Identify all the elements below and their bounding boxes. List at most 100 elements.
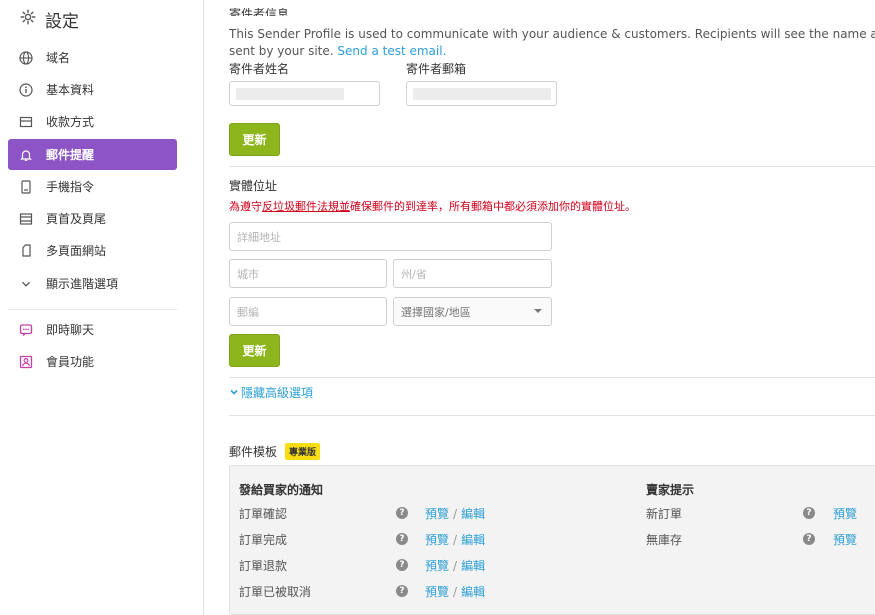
city-placeholder: 城市 bbox=[237, 267, 259, 281]
address-detail-input[interactable]: 詳細地址 bbox=[229, 222, 552, 251]
layout-icon bbox=[12, 212, 40, 226]
help-icon[interactable]: ? bbox=[396, 507, 408, 519]
chevron-down-icon bbox=[229, 386, 239, 400]
settings-sidebar: 設定 域名 基本資料 收款方式 郵件提醒 手機指令 頁首及頁尾 多頁面網站 顯示… bbox=[0, 0, 204, 615]
preview-link[interactable]: 預覽 bbox=[425, 533, 449, 547]
settings-title: 設定 bbox=[20, 7, 79, 32]
mobile-icon bbox=[12, 179, 40, 194]
state-placeholder: 州/省 bbox=[401, 267, 427, 281]
sender-description-line2: sent by your site. Send a test email. bbox=[229, 43, 446, 60]
sidebar-item-label: 域名 bbox=[46, 51, 71, 65]
template-row-label: 無庫存 bbox=[646, 533, 683, 547]
hide-advanced-label: 隱藏高級選項 bbox=[241, 386, 314, 400]
member-icon bbox=[12, 355, 40, 369]
template-actions: 預覽 / 編輯 bbox=[425, 557, 485, 574]
template-actions: 預覽 / 編輯 bbox=[425, 505, 485, 522]
redacted-value bbox=[236, 88, 344, 100]
sidebar-item-label: 即時聊天 bbox=[46, 323, 95, 337]
sidebar-item-label: 手機指令 bbox=[46, 180, 95, 194]
preview-link[interactable]: 預覽 bbox=[833, 505, 857, 522]
city-input[interactable]: 城市 bbox=[229, 259, 387, 288]
state-input[interactable]: 州/省 bbox=[393, 259, 552, 288]
sidebar-item-label: 郵件提醒 bbox=[46, 148, 95, 162]
edit-link[interactable]: 編輯 bbox=[461, 559, 485, 573]
sidebar-item-domain[interactable]: 域名 bbox=[8, 42, 177, 73]
template-row-label: 訂單退款 bbox=[239, 559, 288, 573]
sender-description-line1: This Sender Profile is used to communica… bbox=[229, 27, 875, 41]
sidebar-item-label: 頁首及頁尾 bbox=[46, 212, 107, 226]
sidebar-item-live-chat[interactable]: 即時聊天 bbox=[8, 314, 177, 345]
template-row-label: 訂單完成 bbox=[239, 533, 288, 547]
section-divider bbox=[229, 166, 875, 167]
edit-link[interactable]: 編輯 bbox=[461, 507, 485, 521]
dropdown-arrow-icon bbox=[534, 309, 542, 313]
sidebar-item-payment[interactable]: 收款方式 bbox=[8, 106, 177, 137]
help-icon[interactable]: ? bbox=[396, 559, 408, 571]
email-templates-title: 郵件模板 bbox=[229, 445, 278, 459]
sender-email-input[interactable] bbox=[406, 81, 557, 106]
template-actions: 預覽 / 編輯 bbox=[425, 531, 485, 548]
template-row-label: 訂單已被取消 bbox=[239, 585, 312, 599]
sidebar-item-label: 多頁面網站 bbox=[46, 244, 107, 258]
seller-alerts-heading: 賣家提示 bbox=[646, 483, 695, 497]
anti-spam-law-link[interactable]: 反垃圾郵件法規 bbox=[262, 200, 339, 213]
country-select-value: 選擇國家/地區 bbox=[401, 305, 471, 319]
sender-description-tail: sent by your site. bbox=[229, 44, 334, 58]
edit-link[interactable]: 編輯 bbox=[461, 533, 485, 547]
zip-input[interactable]: 郵編 bbox=[229, 297, 387, 326]
sidebar-item-mobile-commands[interactable]: 手機指令 bbox=[8, 171, 177, 202]
sidebar-item-multipage[interactable]: 多頁面網站 bbox=[8, 235, 177, 266]
gear-icon bbox=[20, 9, 36, 29]
preview-link[interactable]: 預覽 bbox=[425, 559, 449, 573]
sidebar-item-basic-info[interactable]: 基本資料 bbox=[8, 74, 177, 105]
sidebar-item-email-notifications[interactable]: 郵件提醒 bbox=[8, 139, 177, 170]
sender-update-button[interactable]: 更新 bbox=[229, 123, 280, 156]
sidebar-item-label: 基本資料 bbox=[46, 83, 95, 97]
link-separator: / bbox=[453, 585, 458, 599]
send-test-email-link[interactable]: Send a test email. bbox=[337, 44, 446, 58]
sender-section-title: 寄件者信息 bbox=[229, 8, 290, 16]
chat-icon bbox=[12, 323, 40, 337]
help-icon[interactable]: ? bbox=[396, 585, 408, 597]
settings-title-text: 設定 bbox=[45, 11, 79, 32]
sidebar-item-header-footer[interactable]: 頁首及頁尾 bbox=[8, 203, 177, 234]
help-icon[interactable]: ? bbox=[803, 507, 815, 519]
payment-card-icon bbox=[12, 115, 40, 129]
address-warning: 為遵守反垃圾郵件法規並確保郵件的到達率，所有郵箱中都必須添加你的實體位址。 bbox=[229, 198, 636, 214]
info-icon bbox=[12, 82, 40, 97]
hide-advanced-toggle[interactable]: 隱藏高級選項 bbox=[229, 384, 313, 401]
globe-icon bbox=[12, 50, 40, 65]
email-templates-panel: 發給買家的通知 賣家提示 訂單確認 ? 預覽 / 編輯 訂單完成 ? 預覽 / 編輯 訂… bbox=[229, 465, 875, 615]
sidebar-item-label: 顯示進階選項 bbox=[46, 277, 119, 291]
sender-name-input[interactable] bbox=[229, 81, 380, 106]
country-select[interactable]: 選擇國家/地區 bbox=[393, 297, 552, 326]
sender-name-label: 寄件者姓名 bbox=[229, 62, 290, 76]
email-templates-heading: 郵件模板 專業版 bbox=[229, 443, 321, 460]
warning-mid: 並 bbox=[339, 200, 350, 213]
edit-link[interactable]: 編輯 bbox=[461, 585, 485, 599]
sender-description: This Sender Profile is used to communica… bbox=[229, 26, 875, 43]
warning-prefix: 為遵守 bbox=[229, 200, 262, 213]
preview-link[interactable]: 預覽 bbox=[425, 507, 449, 521]
help-icon[interactable]: ? bbox=[803, 533, 815, 545]
bell-icon bbox=[12, 148, 40, 162]
link-separator: / bbox=[453, 533, 458, 547]
address-update-button[interactable]: 更新 bbox=[229, 334, 280, 367]
pro-badge: 專業版 bbox=[285, 443, 321, 460]
sidebar-item-show-advanced[interactable]: 顯示進階選項 bbox=[8, 268, 177, 299]
template-row-label: 新訂單 bbox=[646, 507, 683, 521]
preview-link[interactable]: 預覽 bbox=[425, 585, 449, 599]
sidebar-divider bbox=[8, 309, 177, 310]
preview-link[interactable]: 預覽 bbox=[833, 531, 857, 548]
sidebar-item-label: 收款方式 bbox=[46, 115, 95, 129]
help-icon[interactable]: ? bbox=[396, 533, 408, 545]
section-divider bbox=[229, 415, 875, 416]
warning-suffix: 確保郵件的到達率，所有郵箱中都必須添加你的實體位址。 bbox=[350, 200, 636, 213]
link-separator: / bbox=[453, 559, 458, 573]
buyer-notifications-heading: 發給買家的通知 bbox=[239, 483, 324, 497]
sidebar-item-membership[interactable]: 會員功能 bbox=[8, 346, 177, 377]
link-separator: / bbox=[453, 507, 458, 521]
section-divider bbox=[229, 377, 875, 378]
chevron-down-icon bbox=[12, 278, 40, 290]
template-row-label: 訂單確認 bbox=[239, 507, 288, 521]
